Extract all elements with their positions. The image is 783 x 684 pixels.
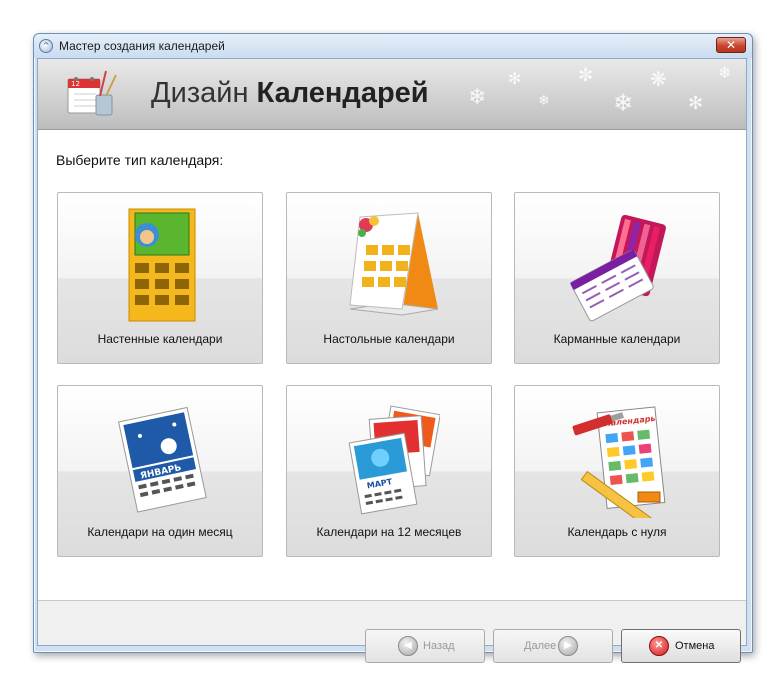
twelve-month-calendar-icon: МАРТ bbox=[348, 405, 440, 515]
tile-label: Календари на 12 месяцев bbox=[316, 525, 462, 539]
snowflake-icon: ❄ bbox=[538, 93, 550, 109]
tile-twelve-month-calendar[interactable]: МАРТ Календари на 12 месяцев bbox=[286, 385, 492, 557]
tile-one-month-calendar[interactable]: ЯНВАРЬ Календари на один месяц bbox=[57, 385, 263, 557]
tile-desk-calendar[interactable]: Настольные календари bbox=[286, 192, 492, 364]
one-month-calendar-icon: ЯНВАРЬ bbox=[118, 406, 207, 513]
snowflake-icon: ❄ bbox=[468, 85, 487, 110]
next-button[interactable]: Далее ▶ bbox=[493, 629, 613, 663]
title-bar[interactable]: ^ Мастер создания календарей ✕ bbox=[34, 34, 752, 58]
tile-label: Настенные календари bbox=[97, 332, 223, 346]
calendar-brushes-icon: 12 bbox=[67, 70, 117, 116]
pocket-calendar-icon bbox=[570, 214, 666, 322]
back-button-label: Назад bbox=[423, 640, 455, 652]
snowflake-icon: ❄ bbox=[718, 63, 732, 82]
tile-pocket-calendar[interactable]: Карманные календари bbox=[514, 192, 720, 364]
cancel-button[interactable]: ✕ Отмена bbox=[621, 629, 741, 663]
wall-calendar-icon bbox=[128, 208, 196, 322]
app-icon: ^ bbox=[39, 39, 53, 53]
banner-title: Дизайн Календарей bbox=[151, 77, 429, 110]
tile-label: Календарь с нуля bbox=[567, 525, 667, 539]
wizard-client: 12 Дизайн Календарей ❄ ✻ ❄ ✼ ❄ ❋ ✻ ❄ Выб… bbox=[37, 58, 747, 663]
cancel-button-label: Отмена bbox=[675, 640, 715, 652]
snowflake-icon: ✼ bbox=[578, 65, 594, 86]
close-button[interactable]: ✕ bbox=[716, 37, 746, 53]
header-banner: 12 Дизайн Календарей ❄ ✻ ❄ ✼ ❄ ❋ ✻ ❄ bbox=[38, 59, 746, 130]
tile-wall-calendar[interactable]: Настенные календари bbox=[57, 192, 263, 364]
snowflake-icon: ❄ bbox=[613, 89, 634, 117]
tile-label: Карманные календари bbox=[553, 332, 681, 346]
tile-label: Календари на один месяц bbox=[87, 525, 233, 539]
window-title: Мастер создания календарей bbox=[59, 39, 225, 53]
next-arrow-icon: ▶ bbox=[558, 636, 578, 656]
desk-calendar-icon bbox=[349, 212, 439, 316]
snowflake-icon: ✻ bbox=[688, 93, 704, 114]
cancel-icon: ✕ bbox=[649, 636, 669, 656]
tile-blank-calendar[interactable]: Календарь Календарь с нуля bbox=[514, 385, 720, 557]
svg-text:12: 12 bbox=[71, 80, 80, 88]
banner-title-bold: Календарей bbox=[256, 77, 429, 109]
banner-title-light: Дизайн bbox=[151, 77, 249, 109]
tile-label: Настольные календари bbox=[323, 332, 455, 346]
snowflake-icon: ❋ bbox=[650, 67, 667, 91]
blank-calendar-icon: Календарь bbox=[572, 406, 666, 518]
back-button[interactable]: ◀ Назад bbox=[365, 629, 485, 663]
calendar-type-prompt: Выберите тип календаря: bbox=[56, 152, 224, 168]
wizard-window: ^ Мастер создания календарей ✕ 12 Дизайн… bbox=[33, 33, 753, 663]
snowflake-icon: ✻ bbox=[508, 69, 522, 88]
next-button-label: Далее bbox=[524, 640, 557, 652]
back-arrow-icon: ◀ bbox=[398, 636, 418, 656]
content-area: Выберите тип календаря: Настенные календ… bbox=[38, 130, 746, 601]
